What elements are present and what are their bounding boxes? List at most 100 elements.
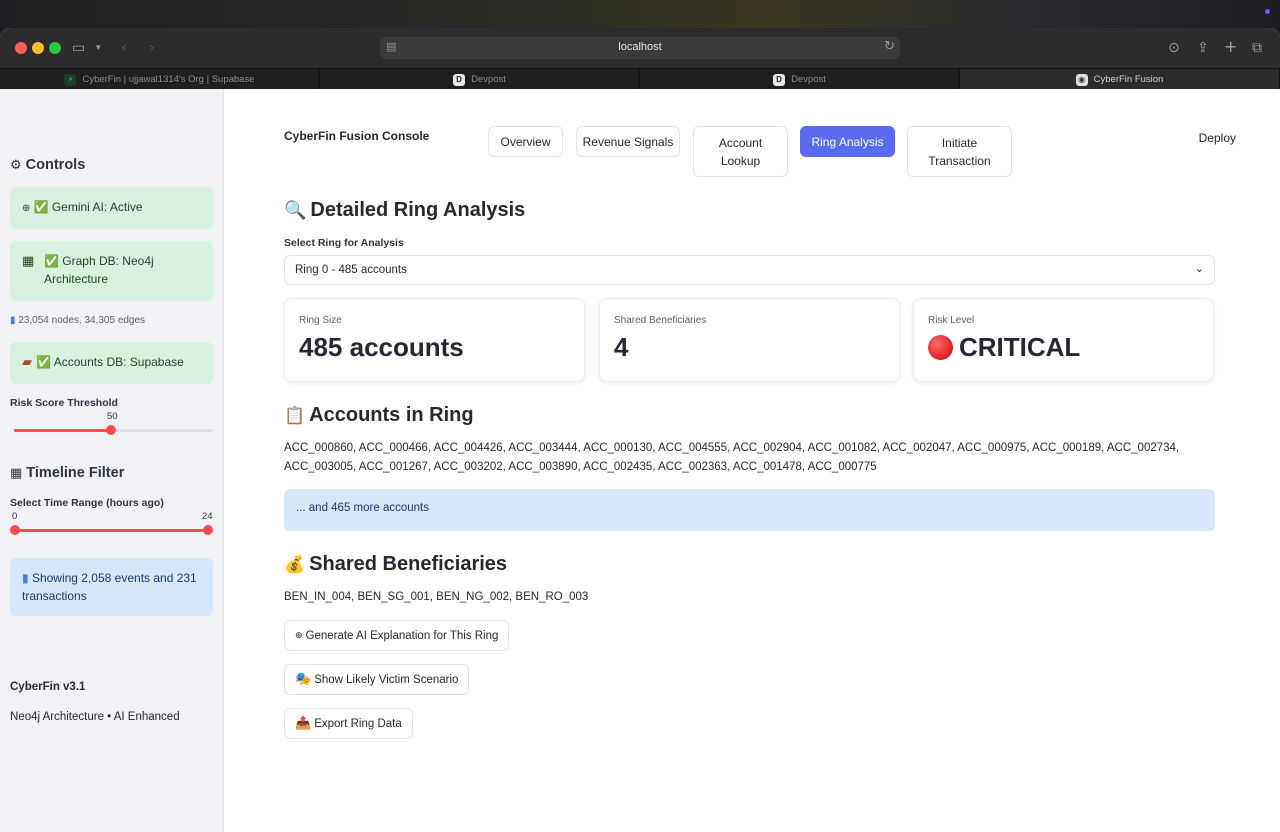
tab-label: Ring Analysis: [811, 134, 884, 149]
devpost-icon: D: [773, 73, 786, 86]
address-bar[interactable]: ▤ localhost ↻: [380, 37, 900, 59]
deploy-button[interactable]: Deploy: [1199, 131, 1236, 145]
generate-ai-explanation-button[interactable]: ⊕ Generate AI Explanation for This Ring: [284, 620, 510, 651]
slider-fill: [14, 429, 111, 432]
graph-stats-text: 23,054 nodes, 34,305 edges: [18, 315, 146, 326]
tab-ring-analysis[interactable]: Ring Analysis: [800, 126, 895, 157]
metric-value: CRITICAL: [928, 332, 1080, 363]
sidebar-toggle-icon[interactable]: ▭: [72, 38, 85, 58]
beneficiaries-list: BEN_IN_004, BEN_SG_001, BEN_NG_002, BEN_…: [284, 591, 589, 603]
back-icon[interactable]: ‹: [121, 38, 127, 58]
browser-tab-label: CyberFin | ujjawal1314's Org | Supabase: [82, 74, 255, 85]
show-victim-scenario-button[interactable]: 🎭 Show Likely Victim Scenario: [284, 664, 470, 695]
tab-revenue-signals[interactable]: Revenue Signals: [576, 126, 680, 157]
tab-initiate-transaction[interactable]: Initiate Transaction: [907, 126, 1012, 177]
minimize-window-button[interactable]: [32, 42, 44, 54]
maximize-window-button[interactable]: [49, 42, 61, 54]
controls-heading-text: Controls: [25, 157, 86, 173]
url-text: localhost: [618, 41, 662, 53]
clipboard-icon: 📋: [284, 405, 306, 426]
bricks-icon: ▰: [22, 355, 37, 370]
desktop-background: [0, 0, 1280, 28]
cyberfin-icon: ◉: [1075, 73, 1088, 86]
gear-icon: ⚙: [10, 157, 22, 173]
export-ring-data-button[interactable]: 📤 Export Ring Data: [284, 708, 413, 739]
sidebar: ⚙ Controls ⊕ ✅ Gemini AI: Active ▦ ✅ Gra…: [0, 89, 224, 832]
browser-tab-label: Devpost: [471, 74, 506, 85]
showing-info-box: ▮ Showing 2,058 events and 231 transacti…: [10, 558, 213, 616]
browser-tab-devpost-2[interactable]: D Devpost: [640, 69, 960, 90]
browser-titlebar: ▭ ▾ ‹ › ▤ localhost ↻ ⊙ ⇪ + ⧉: [0, 28, 1280, 68]
page-heading: 🔍 Detailed Ring Analysis: [284, 199, 525, 222]
time-range-label: Select Time Range (hours ago): [10, 497, 164, 509]
app-title: CyberFin Fusion Console: [284, 129, 430, 143]
time-range-slider[interactable]: [10, 525, 213, 535]
accounts-heading: 📋 Accounts in Ring: [284, 404, 474, 427]
time-range-max: 24: [202, 511, 213, 522]
metric-value: 4: [614, 332, 628, 363]
metric-value-text: CRITICAL: [959, 332, 1081, 362]
share-icon[interactable]: ⇪: [1197, 38, 1209, 58]
beneficiaries-heading: 💰 Shared Beneficiaries: [284, 553, 507, 576]
graph-db-status-box: ▦ ✅ Graph DB: Neo4j Architecture: [10, 241, 213, 301]
timeline-heading: ▦ Timeline Filter: [10, 465, 124, 481]
accounts-db-status-text: ✅ Accounts DB: Supabase: [36, 355, 184, 369]
app-page: ⚙ Controls ⊕ ✅ Gemini AI: Active ▦ ✅ Gra…: [0, 89, 1280, 832]
new-tab-icon[interactable]: +: [1224, 37, 1237, 57]
browser-tab-supabase[interactable]: ⚡ CyberFin | ujjawal1314's Org | Supabas…: [0, 69, 320, 90]
accounts-list: ACC_000860, ACC_000466, ACC_004426, ACC_…: [284, 442, 1180, 473]
button-label: Generate AI Explanation for This Ring: [305, 629, 499, 642]
reload-icon[interactable]: ↻: [884, 39, 895, 54]
accounts-heading-text: Accounts in Ring: [309, 404, 474, 426]
gemini-status-box: ⊕ ✅ Gemini AI: Active: [10, 187, 213, 229]
browser-tab-label: CyberFin Fusion: [1093, 74, 1164, 85]
browser-tab-cyberfin[interactable]: ◉ CyberFin Fusion: [960, 69, 1280, 90]
browser-tab-devpost-1[interactable]: D Devpost: [320, 69, 640, 90]
timeline-heading-text: Timeline Filter: [26, 465, 125, 481]
browser-tab-label: Devpost: [791, 74, 826, 85]
showing-text: Showing 2,058 events and 231 transaction…: [22, 571, 197, 603]
risk-threshold-value: 50: [107, 411, 118, 422]
slider-handle-max[interactable]: [203, 525, 213, 535]
close-window-button[interactable]: [15, 42, 27, 54]
red-circle-icon: [928, 335, 953, 360]
app-version: CyberFin v3.1: [10, 681, 86, 693]
risk-threshold-slider[interactable]: [14, 425, 213, 435]
calendar-icon: ▦: [10, 465, 23, 481]
graph-db-status-text: ✅ Graph DB: Neo4j Architecture: [44, 254, 154, 286]
accounts-db-status-box: ▰ ✅ Accounts DB: Supabase: [10, 342, 213, 384]
supabase-icon: ⚡: [64, 73, 77, 86]
outbox-tray-icon: 📤: [295, 716, 312, 731]
ai-icon: ⊕: [22, 203, 34, 214]
database-icon: ▦: [22, 254, 35, 269]
bar-chart-icon: ▮: [22, 571, 32, 585]
tab-account-lookup[interactable]: Account Lookup: [693, 126, 788, 177]
ring-select-value: Ring 0 - 485 accounts: [295, 264, 407, 276]
page-heading-text: Detailed Ring Analysis: [310, 199, 526, 221]
ring-select[interactable]: Ring 0 - 485 accounts ⌄: [284, 255, 1215, 285]
tab-overview[interactable]: Overview: [488, 126, 563, 157]
downloads-icon[interactable]: ⊙: [1168, 38, 1180, 58]
chevron-down-icon: ⌄: [1194, 262, 1204, 275]
button-label: Export Ring Data: [314, 717, 402, 730]
money-bag-icon: 💰: [284, 554, 306, 575]
ai-icon: ⊕: [295, 630, 303, 641]
chevron-down-icon[interactable]: ▾: [96, 38, 101, 58]
metric-shared-beneficiaries: Shared Beneficiaries 4: [599, 298, 900, 382]
forward-icon[interactable]: ›: [149, 38, 155, 58]
slider-handle[interactable]: [106, 425, 116, 435]
metric-value: 485 accounts: [299, 332, 464, 363]
tab-label: Overview: [500, 134, 551, 149]
metric-ring-size: Ring Size 485 accounts: [284, 298, 585, 382]
time-range-min: 0: [12, 511, 18, 522]
ring-select-label: Select Ring for Analysis: [284, 237, 404, 249]
browser-tabbar: ⚡ CyberFin | ujjawal1314's Org | Supabas…: [0, 68, 1280, 90]
slider-handle-min[interactable]: [10, 525, 20, 535]
metric-value-text: 485 accounts: [299, 332, 464, 362]
tab-overview-icon[interactable]: ⧉: [1252, 38, 1262, 58]
tab-label: Initiate Transaction: [928, 135, 991, 168]
button-label: Show Likely Victim Scenario: [314, 673, 459, 686]
controls-heading: ⚙ Controls: [10, 157, 85, 173]
tab-label: Revenue Signals: [582, 134, 674, 149]
risk-threshold-label: Risk Score Threshold: [10, 397, 118, 409]
